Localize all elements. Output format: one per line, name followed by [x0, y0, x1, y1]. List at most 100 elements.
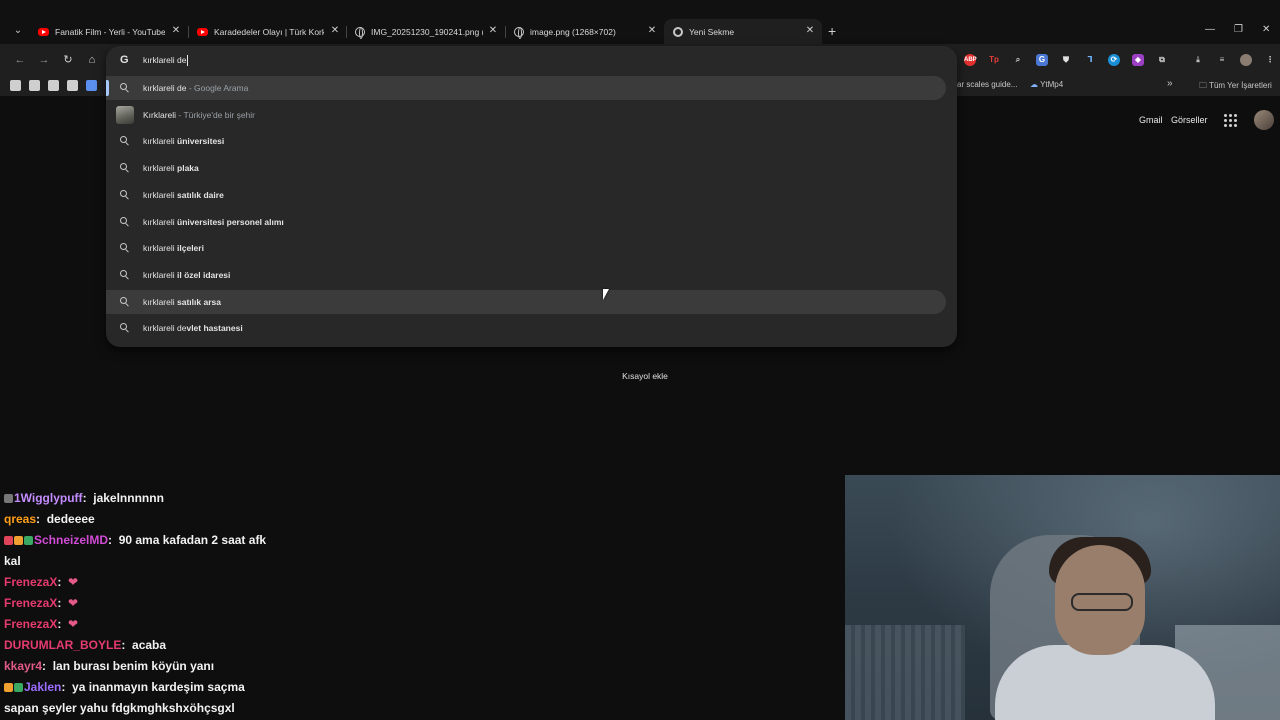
gmail-link[interactable]: Gmail [1139, 115, 1163, 125]
chat-username[interactable]: kkayr4 [4, 659, 42, 673]
omnibox-suggestion[interactable]: kırklareli de - Google Arama [106, 76, 946, 100]
all-bookmarks[interactable]: 🗀 Tüm Yer İşaretleri [1199, 80, 1272, 94]
search-icon [120, 243, 130, 253]
chat-badge-icon [4, 683, 13, 692]
chat-username[interactable]: qreas [4, 512, 36, 526]
omnibox-suggestion[interactable]: kırklareli satılık arsa [106, 289, 946, 314]
close-icon[interactable]: ✕ [487, 25, 499, 36]
restore-icon[interactable]: ❐ [1234, 24, 1243, 35]
tab-4[interactable]: image.png (1268×702) ✕ [514, 22, 658, 42]
address-input[interactable]: kırklareli de [143, 55, 189, 67]
selection-indicator [106, 80, 109, 96]
languagetool-icon[interactable]: Ꞁ [1084, 54, 1096, 66]
bookmark-icon[interactable] [29, 80, 40, 91]
chat-username[interactable]: FrenezaX [4, 596, 57, 610]
omnibox-suggestion[interactable]: kırklareli üniversitesi [106, 129, 946, 153]
address-bar[interactable]: G kırklareli de [106, 46, 957, 76]
tab-5-active[interactable]: Yeni Sekme ✕ [664, 19, 822, 44]
chat-message: Jaklen: ya inanmayın kardeşim saçma [4, 677, 324, 698]
tp-extension-icon[interactable]: Tp [988, 54, 1000, 66]
suggestion-text: kırklareli il özel idaresi [143, 269, 231, 280]
chat-message: kkayr4: lan burası benim köyün yanı [4, 659, 215, 673]
tab-title: Yeni Sekme [689, 26, 735, 37]
search-icon [120, 269, 130, 280]
bookmark-label: YtMp4 [1040, 80, 1064, 89]
tab-1[interactable]: Fanatik Film - Yerli - YouTube ✕ [38, 22, 182, 42]
shield-icon[interactable]: ⛊ [1060, 54, 1072, 66]
chat-message: FrenezaX: ❤ [4, 617, 79, 631]
profile-icon[interactable] [1240, 54, 1252, 66]
adblock-icon[interactable]: ABP [964, 54, 977, 66]
bookmark-icon[interactable] [48, 80, 59, 91]
close-icon[interactable]: ✕ [804, 25, 816, 36]
add-shortcut-label[interactable]: Kısayol ekle [590, 371, 700, 381]
omnibox-suggestion[interactable]: kırklareli il özel idaresi [106, 263, 946, 287]
images-link[interactable]: Görseller [1171, 115, 1208, 125]
media-control-icon[interactable]: ≡ [1216, 54, 1228, 66]
bookmark-ytmp4[interactable]: ☁ YtMp4 [1030, 80, 1063, 89]
chat-badge-icon [14, 536, 23, 545]
stream-chat: 1Wigglypuff: jakelnnnnnn qreas: dedeeee Sc… [4, 488, 324, 719]
chat-username[interactable]: FrenezaX [4, 617, 57, 631]
omnibox-suggestion[interactable]: kırklareli satılık daire [106, 183, 946, 207]
home-icon[interactable]: ⌂ [85, 53, 99, 67]
chat-text: ya inanmayın kardeşim saçma [72, 680, 245, 694]
close-icon[interactable]: ✕ [170, 25, 182, 36]
youtube-icon [197, 28, 208, 36]
city-thumbnail-icon [116, 105, 134, 124]
chat-text: dedeeee [46, 512, 95, 526]
omnibox-suggestion[interactable]: kırklareli ilçeleri [106, 236, 946, 260]
bookmark-scales-guide[interactable]: ar scales guide... [957, 80, 1017, 89]
omnibox-suggestion[interactable]: kırklareli üniversitesi personel alımı [106, 210, 946, 234]
chat-username[interactable]: FrenezaX [4, 575, 57, 589]
chat-username[interactable]: 1Wigglypuff [14, 491, 83, 505]
omnibox-suggestion[interactable]: kırklareli plaka [106, 156, 946, 180]
chat-text: jakelnnnnnn [93, 491, 164, 505]
suggestion-text: kırklareli de - Google Arama [143, 83, 249, 93]
chat-badge-icon [4, 536, 13, 545]
search-icon [120, 136, 130, 146]
new-tab-button[interactable]: + [828, 22, 836, 40]
chat-username[interactable]: SchneizelMD [34, 533, 108, 547]
close-icon[interactable]: ✕ [329, 25, 341, 36]
sync-extension-icon[interactable]: ⟳ [1108, 54, 1120, 66]
google-icon: G [120, 54, 129, 66]
chat-username[interactable]: DURUMLAR_BOYLE [4, 638, 121, 652]
chat-message: sapan şeyler yahu fdgkmghkshxöhçsgxl [4, 698, 324, 719]
omnibox-suggestion[interactable]: kırklareli devlet hastanesi [106, 316, 946, 340]
avatar[interactable] [1254, 110, 1274, 130]
suggestion-text: kırklareli ilçeleri [143, 243, 204, 254]
close-window-icon[interactable]: ✕ [1262, 24, 1270, 35]
search-extension-icon[interactable]: ⌕ [1012, 54, 1024, 66]
close-icon[interactable]: ✕ [646, 25, 658, 36]
chat-message: SchneizelMD: 90 ama kafadan 2 saat afk [4, 530, 324, 551]
tab-3[interactable]: IMG_20251230_190241.png (10 ✕ [355, 22, 499, 42]
tab-title: IMG_20251230_190241.png (10 [371, 27, 483, 37]
puzzle-icon[interactable]: ⧉ [1156, 54, 1168, 66]
search-icon [120, 296, 130, 307]
reload-icon[interactable]: ↻ [61, 53, 75, 67]
translate-extension-icon[interactable]: G [1036, 54, 1048, 66]
tab-2[interactable]: Karadedeler Olayı | Türk Korku ✕ [197, 22, 341, 42]
tab-strip: ⌄ Fanatik Film - Yerli - YouTube ✕ Karad… [0, 0, 1280, 44]
chat-text: sapan şeyler yahu fdgkmghkshxöhçsgxl [4, 701, 235, 715]
forward-icon[interactable]: → [37, 53, 51, 67]
chat-message: DURUMLAR_BOYLE: acaba [4, 638, 167, 652]
download-icon[interactable]: ⤓ [1192, 54, 1204, 66]
omnibox-suggestion[interactable]: Kırklareli - Türkiye'de bir şehir [106, 103, 946, 127]
purple-extension-icon[interactable]: ◆ [1132, 54, 1144, 66]
chat-text: acaba [132, 638, 167, 652]
menu-dots-icon[interactable]: ⋮ [1264, 54, 1276, 66]
bookmark-icon[interactable] [67, 80, 78, 91]
bookmark-icon[interactable] [10, 80, 21, 91]
back-icon[interactable]: ← [13, 53, 27, 67]
chat-text: lan burası benim köyün yanı [52, 659, 215, 673]
minimize-icon[interactable]: — [1205, 24, 1215, 35]
webcam-feed [845, 475, 1280, 720]
bookmarks-overflow-icon[interactable]: » [1167, 78, 1173, 89]
chat-username[interactable]: Jaklen [24, 680, 61, 694]
bookmark-icon[interactable] [86, 80, 97, 91]
apps-grid-icon[interactable] [1224, 114, 1237, 127]
chat-badge-icon [4, 494, 13, 503]
tab-search-button[interactable]: ⌄ [10, 22, 26, 40]
